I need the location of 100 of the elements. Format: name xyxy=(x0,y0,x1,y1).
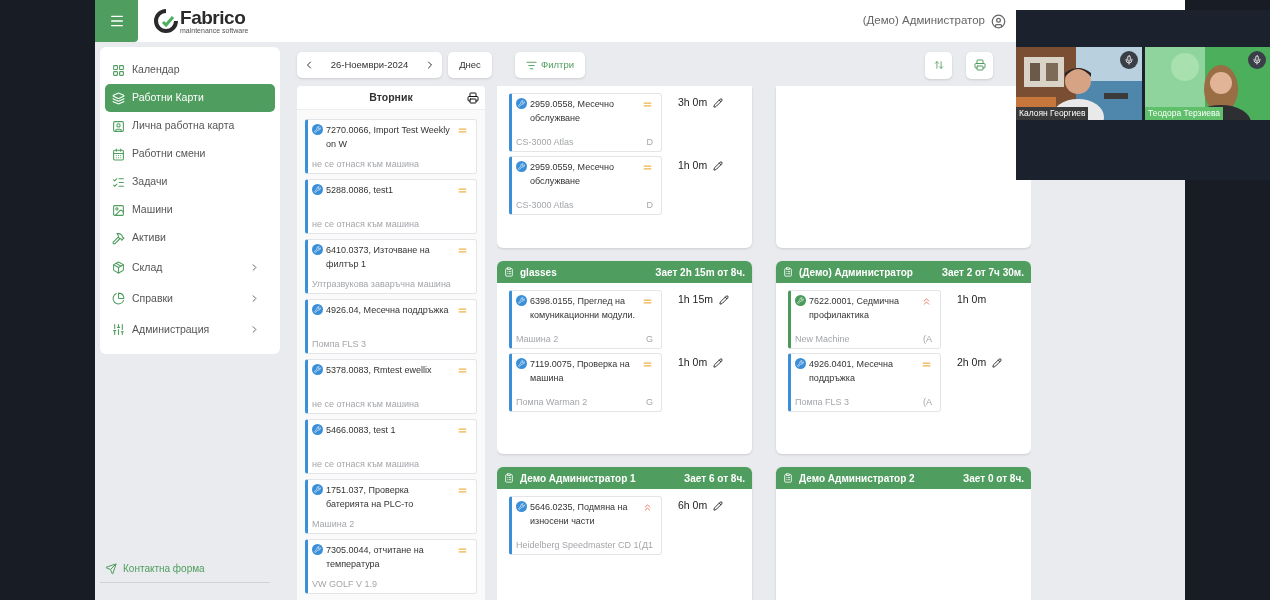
workload-label: Зает 2 от 7ч 30м. xyxy=(941,265,1024,280)
sidebar-item[interactable]: Администрация xyxy=(105,314,275,345)
menu-icon xyxy=(108,13,125,29)
technician-name: Демо Администратор 1 xyxy=(520,471,637,486)
chevron-right-icon xyxy=(249,262,260,273)
pencil-icon[interactable] xyxy=(713,357,724,368)
today-button[interactable]: Днес xyxy=(448,52,492,78)
work-order-card[interactable]: 4926.04, Месечна поддръжка Помпа FLS 3 xyxy=(305,299,477,354)
machine-code: D xyxy=(646,136,653,148)
work-order-card[interactable]: 5288.0086, test1 не се отнася към машина xyxy=(305,179,477,234)
user-name: (Демо) Администратор xyxy=(862,13,985,29)
sidebar-item[interactable]: Работни смени xyxy=(105,140,275,168)
duration-label: 1h 0m xyxy=(678,158,708,173)
filter-button[interactable]: Филтри xyxy=(515,52,585,78)
work-order-card[interactable]: 7119.0075, Проверка на машина Помпа Warman 2 G xyxy=(509,353,662,412)
work-order-card[interactable]: 4926.0401, Месечна поддръжка Помпа FLS 3 (A xyxy=(788,353,941,412)
wrench-icon xyxy=(795,295,806,306)
logo-icon xyxy=(154,9,178,33)
work-order-title: 1751.037, Проверка батерията на PLC-то xyxy=(326,484,415,511)
machine-name: CS-3000 Atlas xyxy=(516,136,574,148)
work-order-title: 6398.0155, Преглед на комуникационни модули. xyxy=(530,295,636,322)
workload-label: Зает 6 от 8ч. xyxy=(684,471,745,486)
wrench-icon xyxy=(312,124,323,135)
sidebar-item[interactable]: Машини xyxy=(105,196,275,224)
menu-button[interactable] xyxy=(95,0,138,42)
chevron-right-icon xyxy=(249,324,260,335)
work-order-card[interactable]: 5466.0083, test 1 не се отнася към машина xyxy=(305,419,477,474)
print-icon xyxy=(973,59,986,71)
work-order-card[interactable]: 6410.0373, Източване на филтър 1 Ултразвукова заваръчна машина xyxy=(305,239,477,294)
wrench-icon xyxy=(516,161,527,172)
wrench-icon xyxy=(312,484,323,495)
machine-name: Помпа FLS 3 xyxy=(795,396,850,408)
machine-name: не се отнася към машина xyxy=(312,398,419,410)
machine-name: Heidelberg Speedmaster CD 1( xyxy=(516,539,642,551)
work-order-title: 4926.0401, Месечна поддръжка xyxy=(809,358,895,385)
menu-item-icon xyxy=(112,323,125,336)
work-order-card[interactable]: 5646.0235, Подмяна на износени части Heidelberg Speedmaster CD 1(Д1 xyxy=(509,496,662,555)
filter-icon xyxy=(526,59,537,71)
wrench-icon xyxy=(516,501,527,512)
sort-icon xyxy=(933,60,944,70)
sidebar-item[interactable]: Склад xyxy=(105,252,275,283)
machine-name: Помпа Warman 2 xyxy=(516,396,588,408)
technician-name: glasses xyxy=(520,265,558,280)
machine-code: Д1 xyxy=(641,539,653,551)
work-order-title: 5288.0086, test1 xyxy=(326,184,395,197)
sidebar-item[interactable]: Календар xyxy=(105,56,275,84)
sidebar-item[interactable]: Задачи xyxy=(105,168,275,196)
wrench-icon xyxy=(516,358,527,369)
duration-label: 3h 0m xyxy=(678,95,708,110)
chevron-right-icon xyxy=(249,293,260,304)
pencil-icon[interactable] xyxy=(713,97,724,108)
machine-name: не се отнася към машина xyxy=(312,458,419,470)
clipboard-icon xyxy=(783,473,793,483)
wrench-icon xyxy=(312,304,323,315)
work-order-card[interactable]: 1751.037, Проверка батерията на PLC-то Машина 2 xyxy=(305,479,477,534)
machine-name: не се отнася към машина xyxy=(312,158,419,170)
print-icon[interactable] xyxy=(467,91,479,104)
work-order-card[interactable]: 6398.0155, Преглед на комуникационни модули. Машина 2 G xyxy=(509,290,662,349)
work-order-card[interactable]: 2959.0559, Месечно обслужване CS-3000 Atlas D xyxy=(509,156,662,215)
sidebar-item[interactable]: Справки xyxy=(105,283,275,314)
work-order-title: 7622.0001, Седмична профилактика xyxy=(809,295,900,322)
work-order-title: 5646.0235, Подмяна на износени части xyxy=(530,501,629,528)
sidebar-item[interactable]: Лична работна карта xyxy=(105,112,275,140)
technician-name: Демо Администратор 2 xyxy=(799,471,916,486)
pencil-icon[interactable] xyxy=(719,294,730,305)
machine-code: (A xyxy=(923,333,932,345)
wrench-icon xyxy=(312,244,323,255)
menu-item-icon xyxy=(112,147,125,161)
duration-label: 1h 15m xyxy=(678,292,714,307)
wrench-icon xyxy=(312,364,323,375)
pencil-icon[interactable] xyxy=(713,500,724,511)
menu-item-icon xyxy=(112,91,125,105)
wrench-icon xyxy=(795,358,806,369)
machine-name: Машина 2 xyxy=(516,333,559,345)
workload-label: Зает 0 от 8ч. xyxy=(963,471,1024,486)
pencil-icon[interactable] xyxy=(992,357,1003,368)
duration-label: 1h 0m xyxy=(678,355,708,370)
work-order-card[interactable]: 2959.0558, Месечно обслужване CS-3000 Atlas D xyxy=(509,93,662,152)
date-label: 26-Ноември-2024 xyxy=(330,57,409,72)
clipboard-icon xyxy=(504,267,514,277)
machine-code: (A xyxy=(923,396,932,408)
machine-name: не се отнася към машина xyxy=(312,218,419,230)
wrench-icon xyxy=(516,98,527,109)
machine-code: G xyxy=(646,396,653,408)
wrench-icon xyxy=(516,295,527,306)
menu-item-icon xyxy=(112,63,125,77)
machine-code: D xyxy=(646,199,653,211)
user-icon[interactable] xyxy=(991,13,1006,29)
machine-name: VW GOLF V 1.9 xyxy=(312,578,378,590)
sidebar-item[interactable]: Активи xyxy=(105,224,275,252)
work-order-card[interactable]: 5378.0083, Rmtest ewellix не се отнася към машина xyxy=(305,359,477,414)
work-order-card[interactable]: 7305.0044, отчитане на температура VW GOLF V 1.9 xyxy=(305,539,477,594)
work-order-card[interactable]: 7622.0001, Седмична профилактика New Machine (A xyxy=(788,290,941,349)
work-order-title: 4926.04, Месечна поддръжка xyxy=(326,304,450,317)
work-order-title: 7119.0075, Проверка на машина xyxy=(530,358,631,385)
work-order-card[interactable]: 7270.0066, Import Test Weekly on W не се отнася към машина xyxy=(305,119,477,174)
machine-code: G xyxy=(646,333,653,345)
pencil-icon[interactable] xyxy=(713,160,724,171)
participant-name: Теодора Терзиева xyxy=(1145,107,1224,120)
clipboard-icon xyxy=(783,267,793,277)
